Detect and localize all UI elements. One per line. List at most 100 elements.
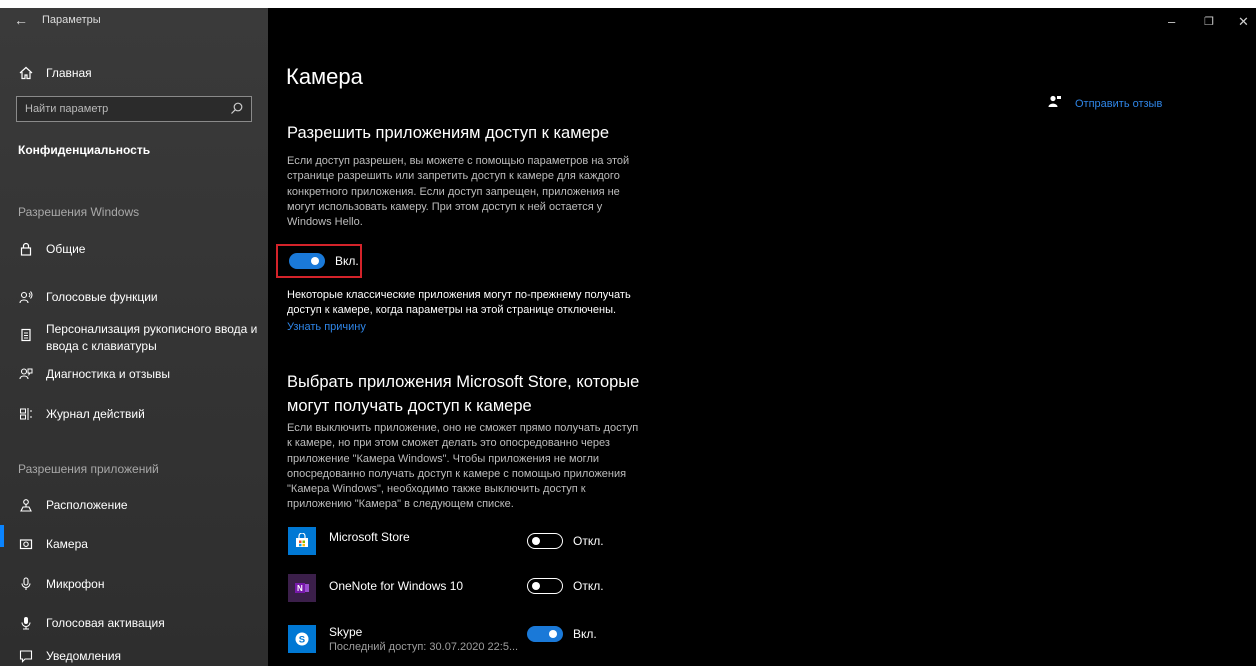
- page-title: Камера: [286, 64, 363, 89]
- sidebar-item-label: Голосовая активация: [46, 616, 165, 630]
- camera-access-toggle[interactable]: [289, 253, 325, 269]
- restore-button[interactable]: ❐: [1204, 15, 1214, 28]
- feedback-link[interactable]: Отправить отзыв: [1048, 95, 1162, 113]
- sidebar-item-activity[interactable]: Журнал действий: [18, 406, 145, 422]
- sidebar-item-general[interactable]: Общие: [18, 241, 85, 257]
- desc-line: Если доступ разрешен, вы можете с помощь…: [287, 155, 630, 167]
- camera-access-toggle-row[interactable]: Вкл.: [289, 253, 359, 269]
- close-button[interactable]: ✕: [1238, 14, 1249, 30]
- desc-line: могут использовать камеру. При этом дост…: [287, 200, 603, 213]
- onenote-icon: N: [288, 574, 316, 602]
- toggle-status: Откл.: [573, 534, 604, 548]
- settings-window: ← Параметры Главная Найти параметр Конфи…: [0, 8, 1256, 666]
- camera-access-toggle-label: Вкл.: [335, 254, 359, 268]
- app-name: Microsoft Store: [329, 530, 410, 544]
- onenote-toggle-row[interactable]: Откл.: [527, 578, 604, 594]
- section2-description: Если выключить приложение, оно не сможет…: [287, 421, 677, 513]
- svg-text:S: S: [299, 635, 305, 646]
- note-line: доступ к камере, когда параметры на этой…: [287, 304, 617, 317]
- camera-icon: [18, 536, 34, 552]
- heading-line: Выбрать приложения Microsoft Store, кото…: [287, 373, 640, 391]
- selected-indicator: [0, 525, 4, 547]
- sidebar-item-home[interactable]: Главная: [18, 65, 92, 81]
- sidebar-item-label: Уведомления: [46, 649, 122, 663]
- app-name: OneNote for Windows 10: [329, 579, 464, 593]
- skype-toggle-row[interactable]: Вкл.: [527, 626, 597, 642]
- app-row-store: Microsoft Store Откл.: [288, 525, 688, 565]
- section1-heading: Разрешить приложениям доступ к камере: [287, 124, 610, 142]
- minimize-button[interactable]: –: [1168, 14, 1175, 29]
- lock-icon: [18, 241, 34, 257]
- desc-line: конкретного приложения. Если доступ запр…: [287, 185, 620, 198]
- search-icon: [230, 102, 243, 120]
- app-name: Skype: [329, 625, 363, 639]
- desc-line: приложение "Камера Windows". Чтобы прило…: [287, 452, 600, 465]
- onenote-camera-toggle[interactable]: [527, 578, 563, 594]
- inking-icon: [18, 327, 34, 343]
- sidebar-item-label: Расположение: [46, 498, 128, 512]
- toggle-status: Откл.: [573, 579, 604, 593]
- sidebar-item-diagnostics[interactable]: Диагностика и отзывы: [18, 366, 170, 382]
- desc-line: "Камера Windows", необходимо также выклю…: [287, 483, 586, 496]
- section2-heading: Выбрать приложения Microsoft Store, кото…: [287, 370, 639, 418]
- toggle-knob: [549, 630, 557, 638]
- toggle-knob: [532, 582, 540, 590]
- heading-line: могут получать доступ к камере: [287, 397, 532, 415]
- app-row-skype: S Skype Последний доступ: 30.07.2020 22:…: [288, 619, 688, 663]
- app-row-onenote: N OneNote for Windows 10 Откл.: [288, 574, 688, 614]
- note-line: Некоторые классические приложения могут …: [287, 289, 631, 301]
- sidebar-item-camera[interactable]: Камера: [18, 536, 88, 552]
- desc-line: странице разрешить или запретить доступ …: [287, 170, 620, 183]
- sidebar-item-label: Персонализация рукописного ввода и: [46, 322, 258, 336]
- sidebar-item-label: Камера: [46, 537, 88, 551]
- window-title: Параметры: [42, 14, 101, 26]
- sidebar-item-label: Микрофон: [46, 577, 105, 591]
- skype-icon: S: [288, 625, 316, 653]
- toggle-knob: [311, 257, 319, 265]
- sidebar-category: Конфиденциальность: [18, 143, 151, 157]
- sidebar-item-inking[interactable]: Персонализация рукописного ввода и ввода…: [18, 321, 257, 355]
- sidebar-item-label: Главная: [46, 66, 92, 80]
- search-input[interactable]: Найти параметр: [16, 96, 252, 122]
- back-arrow-icon[interactable]: ←: [14, 12, 28, 28]
- microphone-icon: [18, 576, 34, 592]
- section1-description: Если доступ разрешен, вы можете с помощь…: [287, 154, 667, 230]
- sidebar-item-microphone[interactable]: Микрофон: [18, 576, 104, 592]
- section-app-permissions: Разрешения приложений: [18, 462, 159, 476]
- skype-camera-toggle[interactable]: [527, 626, 563, 642]
- sidebar-item-label: Голосовые функции: [46, 290, 158, 304]
- learn-why-link[interactable]: Узнать причину: [287, 321, 366, 333]
- store-camera-toggle[interactable]: [527, 533, 563, 549]
- notification-icon: [18, 648, 34, 664]
- desc-line: опосредованно получать доступ к камере с…: [287, 467, 627, 480]
- desc-line: приложению "Камера" в следующем списке.: [287, 498, 514, 511]
- sidebar-item-label-line2: ввода с клавиатуры: [46, 339, 157, 353]
- search-placeholder: Найти параметр: [25, 103, 109, 115]
- desc-line: Если выключить приложение, оно не сможет…: [287, 422, 639, 434]
- sidebar-item-label: Журнал действий: [46, 407, 145, 421]
- sidebar: ← Параметры Главная Найти параметр Конфи…: [0, 8, 268, 666]
- sidebar-item-voice-activation[interactable]: Голосовая активация: [18, 615, 165, 631]
- svg-text:N: N: [297, 584, 303, 593]
- timeline-icon: [18, 406, 34, 422]
- home-icon: [18, 65, 34, 81]
- location-icon: [18, 497, 34, 513]
- toggle-knob: [532, 537, 540, 545]
- sidebar-item-notifications[interactable]: Уведомления: [18, 648, 121, 664]
- desc-line: к камере, но при этом сможет делать это …: [287, 437, 610, 450]
- voice-icon: [18, 289, 34, 305]
- voice-activation-icon: [18, 615, 34, 631]
- section-windows-permissions: Разрешения Windows: [18, 205, 140, 219]
- feedback-label: Отправить отзыв: [1075, 98, 1163, 110]
- sidebar-item-label: Общие: [46, 242, 86, 256]
- section1-note: Некоторые классические приложения могут …: [287, 288, 677, 319]
- desc-line: Windows Hello.: [287, 216, 363, 229]
- sidebar-item-location[interactable]: Расположение: [18, 497, 128, 513]
- sidebar-item-label: Диагностика и отзывы: [46, 367, 170, 381]
- sidebar-item-speech[interactable]: Голосовые функции: [18, 289, 158, 305]
- store-toggle-row[interactable]: Откл.: [527, 533, 604, 549]
- store-icon: [288, 527, 316, 555]
- toggle-status: Вкл.: [573, 627, 597, 641]
- app-last-access: Последний доступ: 30.07.2020 22:5...: [329, 641, 519, 653]
- feedback-icon: [18, 366, 34, 382]
